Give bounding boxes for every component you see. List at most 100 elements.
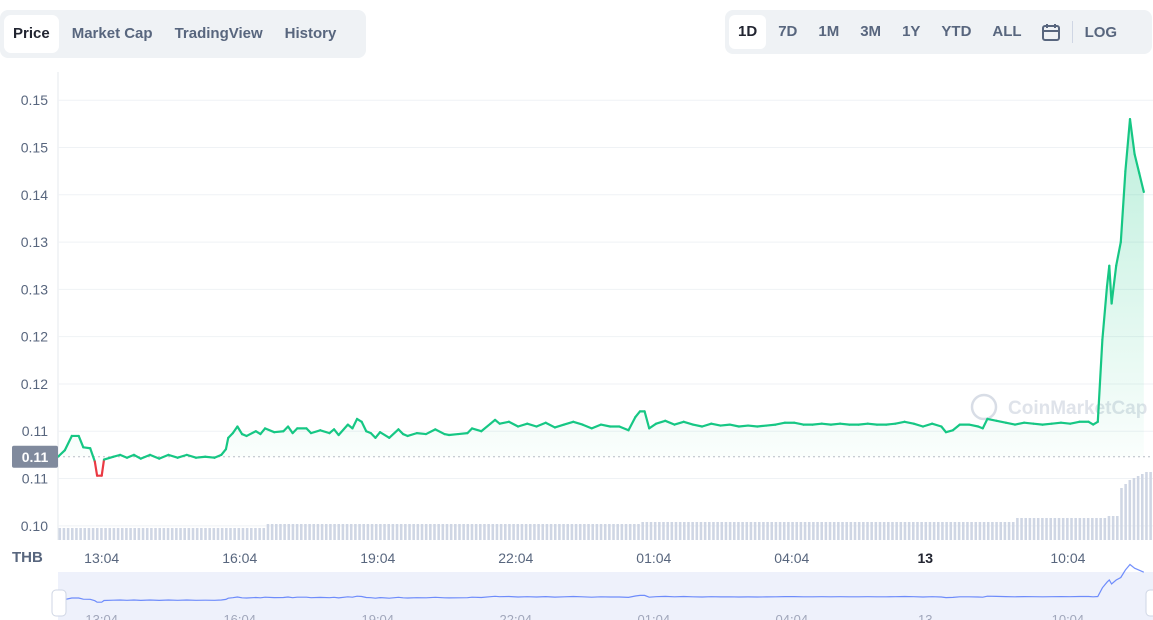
navigator-tick-label: 13 <box>918 612 932 620</box>
volume-bar <box>982 522 986 540</box>
volume-bar <box>312 524 316 540</box>
volume-bar <box>999 522 1003 540</box>
volume-bar <box>79 528 82 540</box>
volume-bar <box>832 522 836 540</box>
volume-bar <box>566 524 570 540</box>
volume-bar <box>645 522 649 540</box>
volume-bar <box>524 524 528 540</box>
volume-bar <box>1107 516 1111 540</box>
volume-bar <box>1149 472 1152 540</box>
range-navigator[interactable]: 13:04 16:04 19:04 22:04 01:04 04:04 13 10:04 <box>51 563 1153 620</box>
volume-bar <box>491 524 495 540</box>
y-tick-label: 0.15 <box>21 139 48 155</box>
volume-bar <box>891 522 894 540</box>
y-tick-label: 0.13 <box>21 281 48 297</box>
navigator-left-handle[interactable] <box>51 589 67 617</box>
volume-bar <box>716 522 719 540</box>
volume-bar <box>1074 518 1077 540</box>
volume-bar <box>866 522 869 540</box>
volume-bar <box>1132 478 1136 540</box>
volume-bar <box>137 528 141 540</box>
volume-bar <box>337 524 341 540</box>
price-area <box>58 119 1144 457</box>
price-line-segment <box>747 424 759 428</box>
volume-bar <box>1066 518 1069 540</box>
volume-bar <box>624 524 628 540</box>
volume-bar <box>1111 516 1115 540</box>
volume-bar <box>445 524 449 540</box>
volume-bar <box>495 524 499 540</box>
volume-bar <box>374 524 378 540</box>
x-tick-label: 10:04 <box>1050 550 1085 566</box>
volume-bar <box>283 524 286 540</box>
volume-bar <box>737 522 740 540</box>
price-line-segment <box>93 460 99 477</box>
volume-bar <box>216 528 220 540</box>
volume-bar <box>370 524 374 540</box>
volume-bar <box>258 528 261 540</box>
volume-bar <box>362 524 365 540</box>
volume-bar <box>986 522 990 540</box>
price-line-segment <box>167 453 179 459</box>
volume-bar <box>62 528 66 540</box>
volume-bar <box>708 522 711 540</box>
volume-bar <box>1116 516 1119 540</box>
volume-bar <box>175 528 178 540</box>
x-tick-label: 13:04 <box>84 550 119 566</box>
price-line <box>56 118 1145 477</box>
volume-bar <box>633 524 636 540</box>
volume-bar <box>429 524 432 540</box>
volume-bar <box>662 522 665 540</box>
volume-bar <box>845 522 848 540</box>
navigator-tick-label: 22:04 <box>500 612 533 620</box>
price-line-segment <box>1059 421 1072 425</box>
volume-bar <box>961 522 965 540</box>
volume-bar <box>757 522 761 540</box>
volume-bar <box>229 528 232 540</box>
volume-bar <box>857 522 861 540</box>
volume-bar <box>316 524 320 540</box>
volume-bar <box>262 528 266 540</box>
volume-bar <box>537 524 540 540</box>
volume-bar <box>466 524 470 540</box>
x-axis: 13:04 16:04 19:04 22:04 01:04 04:04 13 10:04 <box>84 550 1085 566</box>
volume-bar <box>116 528 120 540</box>
volume-bar <box>483 524 486 540</box>
volume-bar <box>366 524 370 540</box>
volume-bar <box>250 528 253 540</box>
currency-label: THB <box>12 549 43 566</box>
x-tick-label: 04:04 <box>774 550 809 566</box>
volume-bar <box>291 524 295 540</box>
volume-bar <box>125 528 128 540</box>
volume-bar <box>683 522 686 540</box>
volume-bar <box>1095 518 1098 540</box>
volume-bar <box>862 522 865 540</box>
volume-bar <box>907 522 911 540</box>
volume-bar <box>83 528 87 540</box>
volume-bar <box>533 524 536 540</box>
volume-bar <box>75 528 78 540</box>
price-line-segment <box>447 432 460 437</box>
volume-bar <box>545 524 549 540</box>
price-line-segment <box>1041 422 1053 426</box>
volume-bar <box>1136 476 1140 540</box>
navigator-tick-label: 10:04 <box>1052 612 1085 620</box>
volume-bar <box>936 522 940 540</box>
volume-bar <box>995 522 998 540</box>
volume-bar <box>807 522 811 540</box>
current-price-tag: 0.11 <box>12 445 58 468</box>
navigator-right-handle[interactable] <box>1145 589 1153 617</box>
volume-bar <box>887 522 890 540</box>
volume-bar <box>562 524 565 540</box>
price-line-segment <box>102 455 115 461</box>
volume-bar <box>200 528 203 540</box>
volume-bar <box>816 522 819 540</box>
volume-bar <box>166 528 170 540</box>
y-tick-label: 0.12 <box>21 329 48 345</box>
volume-bar <box>324 524 328 540</box>
volume-bar <box>853 522 857 540</box>
volume-bar <box>974 522 978 540</box>
volume-bar <box>774 522 778 540</box>
volume-bar <box>724 522 728 540</box>
volume-bar <box>874 522 878 540</box>
